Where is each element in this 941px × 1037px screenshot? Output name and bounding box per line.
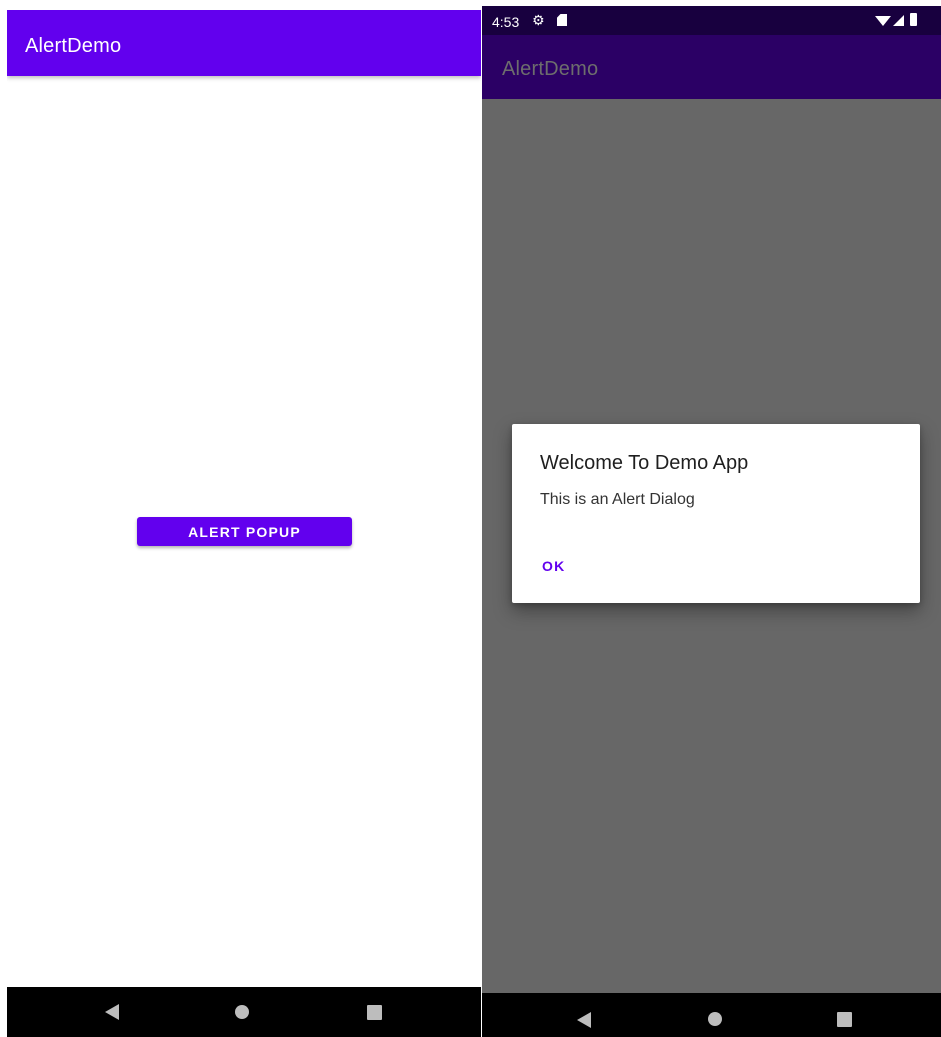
back-icon[interactable] — [577, 1012, 591, 1028]
settings-icon: ⚙ — [532, 12, 545, 28]
home-icon[interactable] — [708, 1012, 722, 1026]
sd-card-icon — [557, 14, 567, 26]
app-bar: AlertDemo — [7, 10, 481, 76]
app-title: AlertDemo — [25, 35, 122, 57]
alert-popup-button[interactable]: ALERT POPUP — [137, 517, 352, 546]
navigation-bar — [7, 987, 481, 1037]
app-title: AlertDemo — [502, 58, 599, 80]
status-bar: 4:53 ⚙ — [482, 6, 941, 35]
battery-icon — [910, 13, 917, 26]
dialog-title: Welcome To Demo App — [540, 452, 749, 474]
recents-icon[interactable] — [367, 1005, 382, 1020]
app-bar: AlertDemo — [482, 35, 941, 99]
dialog-message: This is an Alert Dialog — [540, 491, 695, 508]
signal-icon — [893, 15, 904, 26]
left-screen: AlertDemo ALERT POPUP — [7, 10, 481, 1037]
status-time: 4:53 — [492, 14, 520, 30]
back-icon[interactable] — [105, 1004, 119, 1020]
alert-dialog: Welcome To Demo App This is an Alert Dia… — [512, 424, 920, 603]
right-screen: 4:53 ⚙ AlertDemo Welcome To Demo App Thi… — [482, 6, 941, 1037]
recents-icon[interactable] — [837, 1012, 852, 1027]
wifi-icon — [875, 16, 891, 26]
ok-button[interactable]: OK — [540, 554, 567, 578]
navigation-bar — [482, 993, 941, 1037]
home-icon[interactable] — [235, 1005, 249, 1019]
